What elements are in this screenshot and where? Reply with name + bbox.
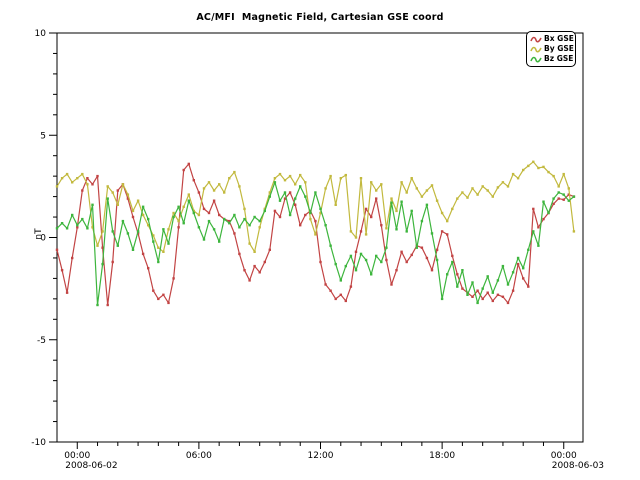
x-tick-label: 00:00	[551, 451, 577, 461]
y-axis-label: nT	[34, 219, 44, 249]
y-tick-label: -10	[31, 438, 46, 448]
series-markers-bz-gse	[56, 181, 575, 306]
series-line-by-gse	[57, 162, 574, 252]
legend-label-bx: Bx GSE	[544, 34, 574, 44]
legend-label-by: By GSE	[544, 44, 574, 54]
legend-label-bz: Bz GSE	[544, 54, 573, 64]
x-tick-label: 06:00	[186, 451, 212, 461]
series-markers-by-gse	[56, 161, 575, 253]
legend: Bx GSE By GSE Bz GSE	[526, 31, 576, 67]
legend-item-bx: Bx GSE	[530, 34, 572, 44]
x-tick-label: 18:00	[429, 451, 455, 461]
y-tick-label: 10	[35, 29, 47, 39]
bx-line-marker-icon	[530, 35, 542, 44]
x-tick-label: 12:00	[308, 451, 334, 461]
x-tick-label: 00:00	[64, 451, 90, 461]
y-tick-label: 5	[40, 131, 46, 141]
bz-line-marker-icon	[530, 55, 542, 64]
plot-area: 1050-5-1000:002008-06-0206:0012:0018:000…	[0, 0, 640, 480]
plot-window: 1050-5-1000:002008-06-0206:0012:0018:000…	[0, 0, 640, 480]
chart-title: AC/MFI Magnetic Field, Cartesian GSE coo…	[57, 12, 583, 23]
legend-item-by: By GSE	[530, 44, 572, 54]
by-line-marker-icon	[530, 45, 542, 54]
x-date-label: 2008-06-02	[65, 461, 117, 471]
y-tick-label: -5	[37, 336, 46, 346]
legend-item-bz: Bz GSE	[530, 54, 572, 64]
x-date-label: 2008-06-03	[552, 461, 604, 471]
series-line-bz-gse	[57, 182, 574, 305]
